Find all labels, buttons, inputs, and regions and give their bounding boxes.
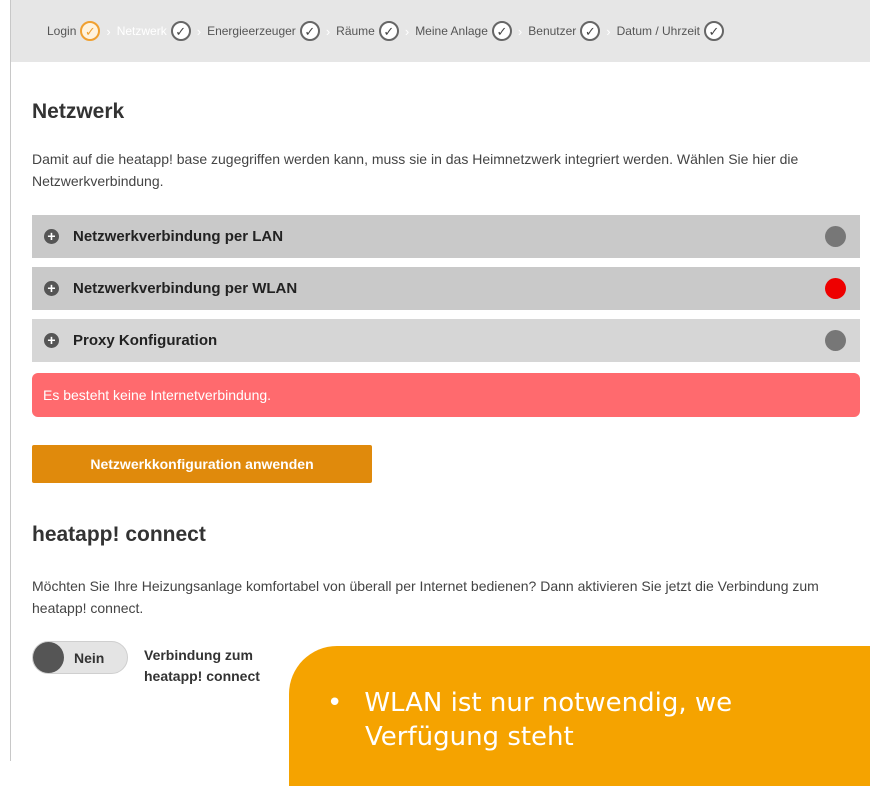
check-icon: ✓ bbox=[170, 21, 191, 41]
step-label: Benutzer bbox=[528, 24, 577, 38]
wizard-step-bar: Login ✓ › Netzwerk ✓ › Energieerzeuger ✓… bbox=[11, 0, 870, 62]
check-icon: ✓ bbox=[80, 21, 101, 41]
step-login[interactable]: Login ✓ bbox=[47, 21, 101, 41]
step-label: Login bbox=[47, 24, 77, 38]
callout-line-2: Verfügung steht bbox=[365, 722, 574, 752]
status-dot bbox=[825, 226, 846, 247]
check-icon: ✓ bbox=[299, 21, 320, 41]
check-icon: ✓ bbox=[378, 21, 399, 41]
accordion-lan[interactable]: + Netzwerkverbindung per LAN bbox=[32, 215, 860, 258]
annotation-callout: • WLAN ist nur notwendig, we Verfügung st… bbox=[289, 646, 870, 786]
apply-network-config-button[interactable]: Netzwerkkonfiguration anwenden bbox=[32, 445, 372, 483]
callout-line-1: WLAN ist nur notwendig, we bbox=[364, 688, 733, 718]
bullet: • bbox=[327, 688, 343, 718]
toggle-knob bbox=[33, 642, 64, 673]
chevron-right-icon: › bbox=[196, 23, 202, 39]
accordion-label: Netzwerkverbindung per LAN bbox=[73, 228, 284, 245]
page-title: Netzwerk bbox=[32, 100, 125, 123]
status-dot bbox=[825, 278, 846, 299]
step-benutzer[interactable]: Benutzer ✓ bbox=[528, 21, 601, 41]
check-icon: ✓ bbox=[580, 21, 601, 41]
step-netzwerk[interactable]: Netzwerk ✓ bbox=[117, 21, 191, 41]
callout-text: • WLAN ist nur notwendig, we Verfügung st… bbox=[327, 686, 732, 754]
step-label: Energieerzeuger bbox=[207, 24, 296, 38]
toggle-label: Nein bbox=[74, 649, 105, 666]
check-icon: ✓ bbox=[491, 21, 512, 41]
step-label: Datum / Uhrzeit bbox=[616, 24, 700, 38]
step-label: Meine Anlage bbox=[415, 24, 488, 38]
accordion-wlan[interactable]: + Netzwerkverbindung per WLAN bbox=[32, 267, 860, 310]
network-intro-text: Damit auf die heatapp! base zugegriffen … bbox=[32, 151, 799, 189]
chevron-right-icon: › bbox=[404, 23, 410, 39]
accordion-label: Netzwerkverbindung per WLAN bbox=[73, 280, 298, 297]
connect-toggle[interactable]: Nein bbox=[32, 641, 128, 674]
step-label: Räume bbox=[336, 24, 375, 38]
status-dot bbox=[825, 330, 846, 351]
chevron-right-icon: › bbox=[606, 23, 611, 39]
chevron-right-icon: › bbox=[325, 23, 331, 39]
connect-description: Möchten Sie Ihre Heizungsanlage komforta… bbox=[32, 578, 819, 616]
step-label: Netzwerk bbox=[116, 24, 167, 38]
check-icon: ✓ bbox=[704, 21, 724, 41]
step-energieerzeuger[interactable]: Energieerzeuger ✓ bbox=[207, 21, 320, 41]
plus-circle-icon: + bbox=[44, 333, 59, 348]
step-meine-anlage[interactable]: Meine Anlage ✓ bbox=[415, 21, 512, 41]
plus-circle-icon: + bbox=[44, 281, 59, 296]
chevron-right-icon: › bbox=[517, 23, 523, 39]
chevron-right-icon: › bbox=[106, 23, 111, 39]
accordion-proxy[interactable]: + Proxy Konfiguration bbox=[32, 319, 860, 362]
accordion-label: Proxy Konfiguration bbox=[73, 332, 218, 349]
step-raeume[interactable]: Räume ✓ bbox=[336, 21, 399, 41]
connection-error-alert: Es besteht keine Internetverbindung. bbox=[32, 373, 860, 417]
plus-circle-icon: + bbox=[44, 229, 59, 244]
toggle-description: Verbindung zum heatapp! connect bbox=[144, 647, 260, 684]
connect-section-title: heatapp! connect bbox=[32, 523, 206, 546]
step-datum-uhrzeit[interactable]: Datum / Uhrzeit ✓ bbox=[617, 21, 724, 41]
